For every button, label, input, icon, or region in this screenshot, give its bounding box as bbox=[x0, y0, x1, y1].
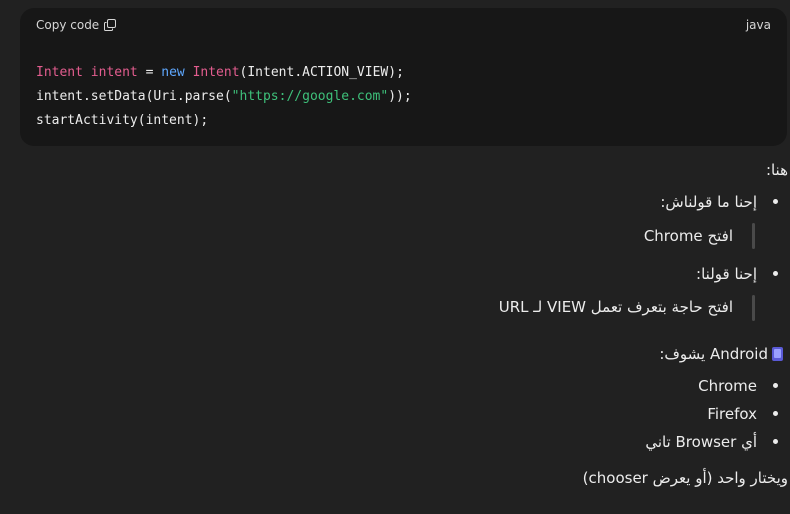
code-line: Intent intent = new Intent(Intent.ACTION… bbox=[36, 61, 412, 85]
bullet-point-1 bbox=[773, 199, 778, 204]
copy-code-button[interactable]: Copy code bbox=[36, 18, 117, 32]
code-token: Intent bbox=[192, 65, 240, 80]
code-token: intent bbox=[90, 65, 138, 80]
code-block: Copy code java Intent intent = new Inten… bbox=[20, 8, 787, 146]
code-token: = bbox=[137, 65, 162, 80]
point-1-text: إحنا ما قولناش: bbox=[660, 193, 757, 211]
browser-item: Chrome bbox=[698, 377, 757, 395]
code-token: (Intent.ACTION_VIEW); bbox=[239, 65, 404, 80]
quote-2-bar bbox=[752, 295, 755, 321]
code-line: startActivity(intent); bbox=[36, 109, 412, 133]
code-token: Intent bbox=[36, 65, 83, 80]
quote-1-text: افتح Chrome bbox=[643, 227, 733, 245]
code-content[interactable]: Intent intent = new Intent(Intent.ACTION… bbox=[36, 61, 412, 133]
browser-item: Firefox bbox=[707, 405, 757, 423]
quote-1-bar bbox=[752, 223, 755, 249]
code-token: "https://google.com" bbox=[231, 89, 389, 104]
bullet-browser-3 bbox=[773, 439, 778, 444]
android-line: Android يشوف: bbox=[659, 345, 783, 363]
code-token: )); bbox=[388, 89, 412, 104]
copy-code-label: Copy code bbox=[36, 18, 100, 32]
bullet-point-2 bbox=[773, 271, 778, 276]
code-token: new bbox=[161, 65, 185, 80]
browser-item: أي Browser تاني bbox=[645, 433, 757, 451]
point-2-text: إحنا قولنا: bbox=[696, 265, 757, 283]
mobile-phone-icon bbox=[772, 347, 783, 361]
code-language-label: java bbox=[745, 18, 771, 32]
bullet-browser-1 bbox=[773, 383, 778, 388]
code-line: intent.setData(Uri.parse("https://google… bbox=[36, 85, 412, 109]
bullet-browser-2 bbox=[773, 411, 778, 416]
code-token: startActivity(intent); bbox=[36, 113, 209, 128]
code-block-header: Copy code java bbox=[20, 8, 787, 44]
conclusion-text: ويختار واحد (أو يعرض chooser) bbox=[582, 469, 788, 487]
quote-2-text: افتح حاجة بتعرف تعمل VIEW لـ URL bbox=[498, 298, 733, 316]
copy-icon bbox=[104, 19, 117, 31]
code-token: intent.setData(Uri.parse( bbox=[36, 89, 232, 104]
intro-text: هنا: bbox=[765, 161, 788, 179]
android-line-text: Android يشوف: bbox=[659, 345, 768, 363]
